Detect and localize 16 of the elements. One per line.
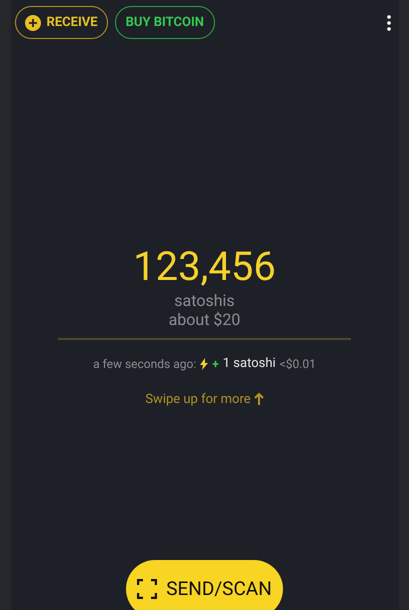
transaction-fiat: <$0.01 xyxy=(280,356,316,373)
more-menu-icon[interactable] xyxy=(386,14,390,30)
fiat-balance: about $20 xyxy=(168,310,240,329)
balance-amount: 123,456 xyxy=(133,245,276,289)
arrow-up-icon xyxy=(254,393,264,406)
scan-frame-icon xyxy=(137,579,158,599)
balance-unit: satoshis xyxy=(174,291,235,310)
swipe-hint[interactable]: Swipe up for more xyxy=(145,390,251,409)
transaction-sign: + xyxy=(212,356,219,373)
buy-bitcoin-button[interactable]: BUY BITCOIN xyxy=(114,6,215,39)
transaction-amount: 1 satoshi xyxy=(222,355,276,373)
send-scan-button[interactable]: SEND/SCAN xyxy=(126,560,283,610)
plus-circle-icon xyxy=(24,14,40,30)
receive-button[interactable]: RECEIVE xyxy=(14,6,108,39)
lightning-icon xyxy=(200,358,208,370)
transaction-time: a few seconds ago: xyxy=(93,356,196,373)
